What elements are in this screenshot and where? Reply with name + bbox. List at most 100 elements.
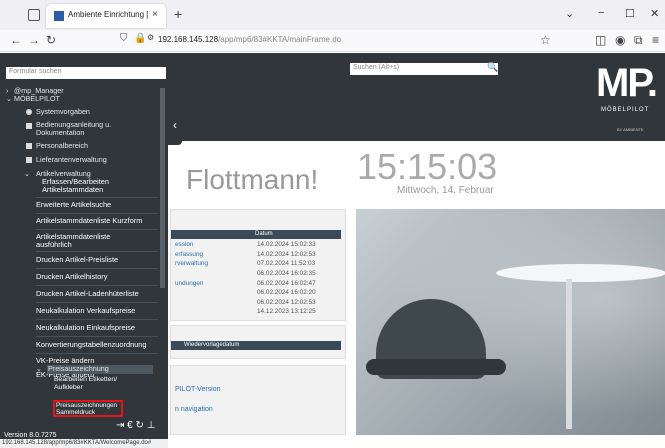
divider	[36, 213, 158, 214]
global-search-input[interactable]: Suchen (Alt+s)	[350, 63, 498, 75]
recent-table-header: Datum	[171, 230, 341, 239]
export-icon[interactable]: ⇥	[116, 420, 124, 431]
sidebar-subitem[interactable]: Drucken Artikel-Preisliste	[36, 256, 158, 264]
recent-link[interactable]: erfassung	[175, 251, 203, 258]
tree-toggle-icon[interactable]: ⌄	[6, 95, 12, 103]
sidebar-item-moebelpilot[interactable]: MÖBELPILOT	[14, 95, 60, 103]
divider	[36, 251, 158, 252]
sidebar-item-lieferantenverwaltung[interactable]: Lieferantenverwaltung	[36, 156, 107, 164]
sidebar-scrollbar[interactable]	[160, 88, 165, 288]
menu-icon[interactable]: ≡	[652, 33, 659, 47]
tag-icon: ⌄	[24, 169, 31, 178]
favicon-icon	[54, 11, 64, 21]
divider	[36, 319, 158, 320]
reload-icon[interactable]: ↻	[46, 33, 56, 47]
resubmission-header: Wiedervorlagedatum	[171, 341, 341, 350]
tab-close-icon[interactable]: ×	[152, 9, 158, 20]
sidebar-toolbar: ⇥ € ↻ ⊥	[116, 420, 155, 431]
browser-tabbar: Ambiente Einrichtung [11814 × + ⌄ − ☐ ✕	[0, 0, 665, 30]
photo-chair-seat	[366, 359, 506, 375]
pin-icon[interactable]: ⊥	[147, 420, 156, 431]
recent-panel: Datum ession 14.02.2024 15:02:33 erfassu…	[170, 209, 346, 321]
maximize-button[interactable]: ☐	[625, 7, 635, 20]
navigation-link[interactable]: n navigation	[175, 406, 213, 413]
sidebar-subitem[interactable]: Erfassen/Bearbeiten Artikelstammdaten	[36, 178, 158, 194]
resubmission-label: Wiedervorlagedatum	[184, 342, 240, 348]
sidebar-subitem[interactable]: Artikelstammdatenliste ausführlich	[36, 233, 126, 249]
sidebar-item-bearbeiten-etiketten[interactable]: Bearbeiten Etiketten/ Aufkleber	[54, 376, 144, 392]
sidebar-item-preisauszeichnungen-sammeldruck[interactable]: Preisauszeichnungen Sammeldruck	[56, 402, 122, 416]
sidebar-subitem[interactable]: Artikelstammdatenliste Kurzform	[36, 217, 158, 225]
browser-navbar: ← → ↻ ⛉ 🔒 ⚙ 192.168.145.128/app/mp6/83#K…	[0, 30, 665, 52]
date-column-header: Datum	[255, 231, 273, 237]
bookmark-star-icon[interactable]: ☆	[540, 33, 551, 47]
photo-table-leg	[566, 279, 572, 429]
sidebar-subitem[interactable]: Neukalkulation Verkaufspreise	[36, 307, 158, 315]
sidebar-subitem[interactable]: Erweiterte Artikelsuche	[36, 201, 158, 209]
tab-title: Ambiente Einrichtung [11814	[68, 10, 148, 19]
recent-date: 14.02.2024 12:02:53	[257, 251, 316, 258]
tree-toggle-icon[interactable]: ⌄	[36, 365, 42, 373]
gear-icon	[26, 109, 32, 115]
version-label: Version 8.0.7275	[4, 432, 57, 439]
extensions-icon[interactable]: ⧉	[634, 33, 643, 48]
recent-date: 06.02.2024 12:02:53	[257, 299, 316, 306]
recent-link[interactable]: undungen	[175, 280, 203, 287]
url-path: /app/mp6/83#KKTA/mainFrame.do	[218, 35, 342, 44]
permissions-icon[interactable]: ⚙	[147, 33, 154, 42]
tab-overview-icon[interactable]	[28, 9, 40, 21]
browser-tab[interactable]: Ambiente Einrichtung [11814 ×	[46, 4, 166, 28]
sidebar-subitem[interactable]: Drucken Artikelhistory	[36, 273, 158, 281]
divider	[36, 353, 158, 354]
sidebar-subitem[interactable]: Drucken Artikel-Ladenhüterliste	[36, 290, 158, 298]
screen: Ambiente Einrichtung [11814 × + ⌄ − ☐ ✕ …	[0, 0, 665, 448]
sidebar-subitem[interactable]: Konvertierungstabellenzuordnung	[36, 341, 158, 349]
divider	[36, 285, 158, 286]
recent-date: 14.12.2023 13:12:25	[257, 308, 316, 315]
recent-date: 06.02.2024 16:02:47	[257, 280, 316, 287]
new-tab-button[interactable]: +	[174, 6, 182, 22]
sidebar-item-systemvorgaben[interactable]: Systemvorgaben	[36, 108, 90, 116]
recent-date: 14.02.2024 15:02:33	[257, 241, 316, 248]
resubmission-panel: Wiedervorlagedatum	[170, 325, 346, 359]
divider	[36, 302, 158, 303]
url-field[interactable]: 192.168.145.128/app/mp6/83#KKTA/mainFram…	[158, 35, 341, 44]
sidebar-item-personalbereich[interactable]: Personalbereich	[36, 142, 88, 150]
book-icon	[26, 123, 32, 129]
links-panel: PILOT-Version n navigation	[170, 365, 346, 435]
welcome-text: Flottmann!	[186, 164, 319, 195]
divider	[36, 268, 158, 269]
recent-date: 06.02.2024 16:02:20	[257, 289, 316, 296]
recent-date: 07.02.2024 11:52:03	[257, 260, 316, 267]
account-icon[interactable]: ◉	[615, 33, 625, 47]
back-icon[interactable]: ←	[10, 33, 22, 47]
pocket-icon[interactable]: ◫	[595, 33, 606, 47]
insecure-lock-icon[interactable]: 🔒	[134, 33, 146, 44]
logo: MP.	[596, 61, 658, 105]
url-host: 192.168.145.128	[158, 35, 219, 44]
photo-table-top	[496, 264, 665, 282]
logo-text: MÖBELPILOT	[601, 107, 650, 113]
euro-icon[interactable]: €	[127, 420, 133, 431]
status-url: 192.168.145.128/app/mp6/83#KKTA/WelcomeP…	[0, 439, 168, 448]
tab-list-icon[interactable]: ⌄	[565, 7, 574, 20]
divider	[36, 197, 158, 198]
sidebar-item-preisauszeichnung[interactable]: Preisauszeichnung	[48, 365, 109, 373]
minimize-button[interactable]: −	[598, 7, 604, 19]
forward-icon[interactable]: →	[28, 33, 40, 47]
shield-icon[interactable]: ⛉	[120, 33, 128, 44]
close-window-button[interactable]: ✕	[650, 7, 659, 20]
date-label: Mittwoch, 14. Februar	[397, 185, 494, 196]
divider	[36, 229, 158, 230]
search-icon[interactable]: 🔍	[487, 62, 498, 73]
recent-link[interactable]: ession	[175, 241, 193, 248]
collapse-sidebar-button[interactable]: ‹	[168, 105, 182, 145]
sidebar-subitem[interactable]: Neukalkulation Einkaufspreise	[36, 324, 158, 332]
refresh-icon[interactable]: ↻	[136, 420, 144, 431]
recent-link[interactable]: rverwaltung	[175, 260, 208, 267]
menu-search-input[interactable]: Formular suchen	[6, 67, 166, 79]
sidebar-item-dokumentation[interactable]: Dokumentation	[36, 129, 84, 137]
app-frame: Suchen (Alt+s) 🔍 MP. MÖBELPILOT BY AMBIE…	[0, 53, 665, 448]
version-link[interactable]: PILOT-Version	[175, 386, 221, 393]
truck-icon	[26, 157, 32, 163]
